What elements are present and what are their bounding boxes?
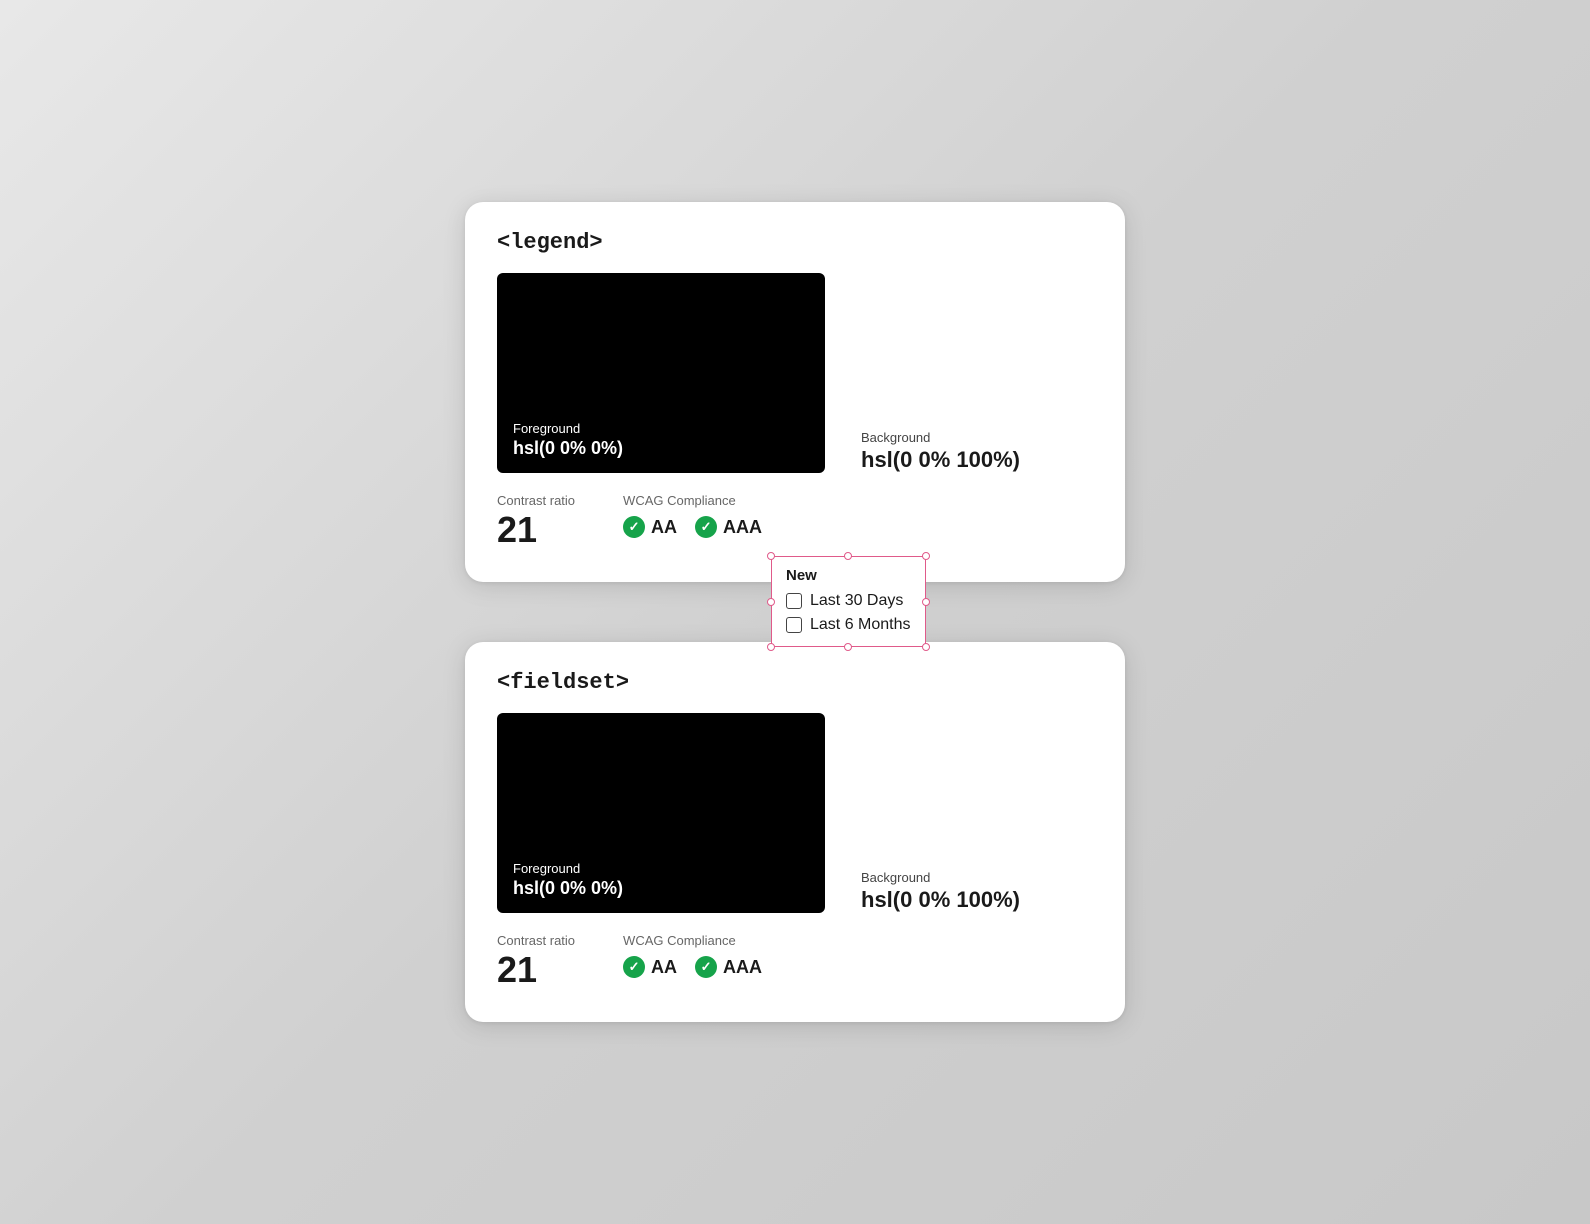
contrast-ratio-value-legend: 21	[497, 510, 575, 550]
contrast-ratio-block-fieldset: Contrast ratio 21	[497, 933, 575, 990]
foreground-value-preview: hsl(0 0% 0%)	[513, 438, 809, 459]
handle-mr[interactable]	[922, 598, 930, 606]
aaa-check-icon-legend	[695, 516, 717, 538]
dropdown-item-0[interactable]: Last 30 Days	[786, 592, 911, 610]
bg-color-info-legend: Background hsl(0 0% 100%)	[861, 430, 1020, 473]
handle-ml[interactable]	[767, 598, 775, 606]
handle-tr[interactable]	[922, 552, 930, 560]
foreground-label-preview-fieldset: Foreground	[513, 861, 809, 876]
wcag-aa-badge-fieldset: AA	[623, 956, 677, 978]
contrast-ratio-value-fieldset: 21	[497, 950, 575, 990]
bg-color-info-fieldset: Background hsl(0 0% 100%)	[861, 870, 1020, 913]
aa-check-icon-legend	[623, 516, 645, 538]
foreground-label-preview: Foreground	[513, 421, 809, 436]
metrics-row-fieldset: Contrast ratio 21 WCAG Compliance AA AAA	[497, 933, 1093, 990]
background-label-fieldset: Background	[861, 870, 1020, 885]
wcag-aaa-badge-fieldset: AAA	[695, 956, 762, 978]
aaa-check-icon-fieldset	[695, 956, 717, 978]
color-preview-fieldset: Foreground hsl(0 0% 0%)	[497, 713, 825, 913]
foreground-value-preview-fieldset: hsl(0 0% 0%)	[513, 878, 809, 899]
wcag-aa-badge-legend: AA	[623, 516, 677, 538]
checkbox-last-6-months[interactable]	[786, 617, 802, 633]
color-preview-legend: Foreground hsl(0 0% 0%)	[497, 273, 825, 473]
aa-label-fieldset: AA	[651, 957, 677, 978]
background-label: Background	[861, 430, 1020, 445]
background-value-fieldset: hsl(0 0% 100%)	[861, 887, 1020, 913]
background-value: hsl(0 0% 100%)	[861, 447, 1020, 473]
handle-br[interactable]	[922, 643, 930, 651]
metrics-row-legend: Contrast ratio 21 WCAG Compliance AA AAA	[497, 493, 1093, 550]
dropdown-item-label-0: Last 30 Days	[810, 592, 903, 610]
legend-card: <legend> Foreground hsl(0 0% 0%) Backgro…	[465, 202, 1125, 582]
checkbox-last-30-days[interactable]	[786, 593, 802, 609]
dropdown-overlay: New Last 30 Days Last 6 Months	[771, 556, 926, 647]
wcag-badges-legend: AA AAA	[623, 516, 762, 538]
dropdown-item-label-1: Last 6 Months	[810, 616, 911, 634]
aaa-label-legend: AAA	[723, 517, 762, 538]
wcag-badges-fieldset: AA AAA	[623, 956, 762, 978]
contrast-ratio-block-legend: Contrast ratio 21	[497, 493, 575, 550]
selection-box: New Last 30 Days Last 6 Months	[771, 556, 926, 647]
wcag-block-fieldset: WCAG Compliance AA AAA	[623, 933, 762, 978]
preview-and-bg-fieldset: Foreground hsl(0 0% 0%) Background hsl(0…	[497, 713, 1093, 913]
dropdown-label: New	[786, 567, 911, 584]
wcag-label-legend: WCAG Compliance	[623, 493, 762, 508]
wcag-block-legend: WCAG Compliance AA AAA	[623, 493, 762, 538]
aaa-label-fieldset: AAA	[723, 957, 762, 978]
fieldset-card-title: <fieldset>	[497, 670, 1093, 695]
aa-check-icon-fieldset	[623, 956, 645, 978]
legend-card-title: <legend>	[497, 230, 1093, 255]
contrast-ratio-label-fieldset: Contrast ratio	[497, 933, 575, 948]
contrast-ratio-label-legend: Contrast ratio	[497, 493, 575, 508]
handle-tl[interactable]	[767, 552, 775, 560]
aa-label-legend: AA	[651, 517, 677, 538]
wcag-aaa-badge-legend: AAA	[695, 516, 762, 538]
cards-container: <legend> Foreground hsl(0 0% 0%) Backgro…	[465, 202, 1125, 1021]
wcag-label-fieldset: WCAG Compliance	[623, 933, 762, 948]
dropdown-item-1[interactable]: Last 6 Months	[786, 616, 911, 634]
fieldset-card: <fieldset> Foreground hsl(0 0% 0%) Backg…	[465, 642, 1125, 1022]
handle-tm[interactable]	[844, 552, 852, 560]
preview-and-bg: Foreground hsl(0 0% 0%) Background hsl(0…	[497, 273, 1093, 473]
